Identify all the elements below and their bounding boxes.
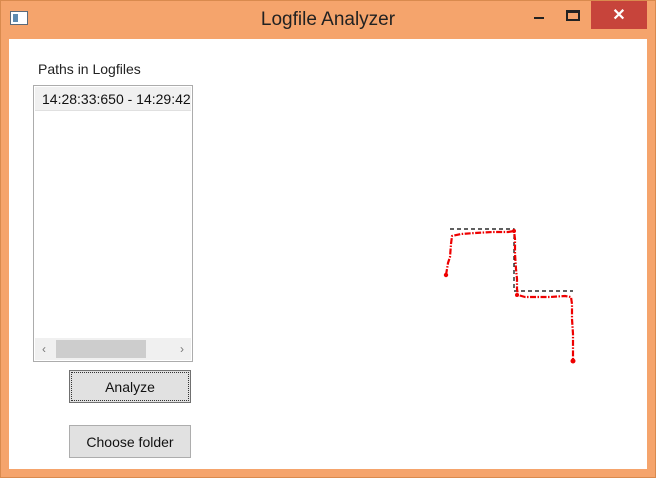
paths-label: Paths in Logfiles	[38, 61, 141, 77]
close-button[interactable]: ✕	[591, 1, 647, 29]
title-bar[interactable]: Logfile Analyzer ✕	[1, 1, 655, 39]
minimize-icon	[534, 17, 544, 19]
scroll-left-icon[interactable]: ‹	[35, 338, 53, 360]
path-waypoint	[512, 229, 516, 233]
client-area: Paths in Logfiles 14:28:33:650 - 14:29:4…	[9, 39, 647, 469]
path-waypoint	[515, 293, 519, 297]
actual-path	[444, 229, 575, 361]
paths-listbox[interactable]: 14:28:33:650 - 14:29:42 ‹ ›	[33, 85, 193, 362]
list-item[interactable]: 14:28:33:650 - 14:29:42	[35, 87, 191, 111]
analyze-button[interactable]: Analyze	[69, 370, 191, 403]
minimize-button[interactable]	[523, 1, 555, 29]
path-start-point	[443, 272, 449, 278]
path-end-point	[570, 358, 576, 364]
close-icon: ✕	[612, 7, 626, 24]
scroll-thumb[interactable]	[56, 340, 146, 358]
app-window: Logfile Analyzer ✕ Paths in Logfiles 14:…	[0, 0, 656, 478]
maximize-button[interactable]	[557, 1, 589, 29]
horizontal-scrollbar[interactable]: ‹ ›	[35, 338, 191, 360]
maximize-icon	[566, 9, 580, 21]
scroll-right-icon[interactable]: ›	[173, 338, 191, 360]
path-plot	[443, 228, 576, 364]
choose-folder-button[interactable]: Choose folder	[69, 425, 191, 458]
planned-path	[450, 228, 573, 292]
